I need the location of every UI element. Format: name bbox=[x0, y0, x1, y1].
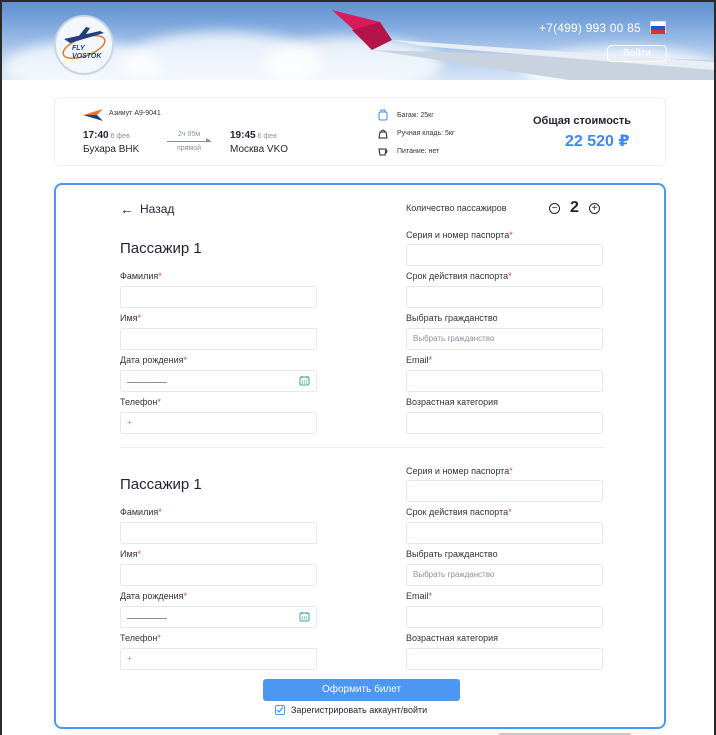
passenger-title: Пассажир 1 bbox=[120, 476, 202, 493]
hand-luggage-text: Ручная кладь: 5кг bbox=[397, 129, 455, 137]
email-label: Email* bbox=[406, 591, 433, 601]
meal-info: Питание: нет bbox=[377, 145, 439, 157]
arrival-time: 19:45 6 фев bbox=[230, 130, 277, 141]
handbag-icon bbox=[378, 129, 388, 139]
phone-label: Телефон* bbox=[120, 397, 161, 407]
last-name-label: Фамилия* bbox=[120, 271, 162, 281]
age-category-label: Возрастная категория bbox=[406, 633, 498, 643]
passport-expiry-label: Срок действия паспорта* bbox=[406, 271, 512, 281]
birth-date-label: Дата рождения* bbox=[120, 355, 188, 365]
last-name-input[interactable] bbox=[120, 286, 317, 308]
passport-expiry-input[interactable] bbox=[406, 522, 603, 544]
calendar-icon[interactable] bbox=[299, 611, 310, 622]
book-ticket-button[interactable]: Оформить билет bbox=[263, 679, 460, 701]
baggage-info: Багаж: 25кг bbox=[377, 109, 434, 121]
birth-date-label: Дата рождения* bbox=[120, 591, 188, 601]
back-label: Назад bbox=[140, 202, 175, 216]
route-line bbox=[167, 141, 211, 142]
hand-luggage-info: Ручная кладь: 5кг bbox=[377, 127, 455, 139]
divider bbox=[120, 447, 604, 448]
first-name-input[interactable] bbox=[120, 328, 317, 350]
first-name-label: Имя* bbox=[120, 313, 142, 323]
passport-input[interactable] bbox=[406, 244, 603, 266]
passport-label: Серия и номер паспорта* bbox=[406, 466, 513, 476]
header-banner: FLY VOSTOK +7(499) 993 00 85 Войти bbox=[2, 2, 714, 80]
suitcase-icon bbox=[378, 109, 388, 121]
last-name-label: Фамилия* bbox=[120, 507, 162, 517]
airline-logo-icon bbox=[83, 109, 103, 121]
arrow-left-icon: ← bbox=[120, 201, 134, 217]
departure-date: 6 фев bbox=[110, 133, 130, 140]
citizenship-select[interactable]: Выбрать гражданство bbox=[406, 328, 603, 350]
register-label: Зарегистрировать аккаунт/войти bbox=[291, 705, 428, 715]
arrival-city: Москва VKO bbox=[230, 144, 289, 155]
last-name-input[interactable] bbox=[120, 522, 317, 544]
citizenship-label: Выбрать гражданство bbox=[406, 313, 498, 323]
email-input[interactable] bbox=[406, 370, 603, 392]
plus-circle-icon[interactable]: + bbox=[588, 202, 600, 214]
passenger-form-card: ← Назад Количество пассажиров − 2 + Пасс… bbox=[54, 183, 666, 729]
age-category-label: Возрастная категория bbox=[406, 397, 498, 407]
phone-input[interactable]: + bbox=[120, 648, 317, 670]
russia-flag-icon[interactable] bbox=[650, 21, 666, 34]
passenger-count-label: Количество пассажиров bbox=[406, 203, 507, 213]
phone-number[interactable]: +7(499) 993 00 85 bbox=[539, 21, 641, 35]
total-price: 22 520 ₽ bbox=[565, 133, 630, 150]
first-name-input[interactable] bbox=[120, 564, 317, 586]
flight-summary: Азимут А9-9041 17:40 6 фев Бухара BHK 2ч … bbox=[54, 97, 666, 166]
phone-input[interactable]: + bbox=[120, 412, 317, 434]
passport-expiry-label: Срок действия паспорта* bbox=[406, 507, 512, 517]
passenger-title: Пассажир 1 bbox=[120, 240, 202, 257]
logo[interactable]: FLY VOSTOK bbox=[54, 15, 114, 75]
email-label: Email* bbox=[406, 355, 433, 365]
logo-text: FLY VOSTOK bbox=[72, 45, 102, 60]
phone-label: Телефон* bbox=[120, 633, 161, 643]
age-category-select[interactable] bbox=[406, 648, 603, 670]
date-placeholder-line bbox=[127, 382, 167, 383]
passenger-count-value: 2 bbox=[570, 199, 579, 216]
date-placeholder-line bbox=[127, 618, 167, 619]
passport-input[interactable] bbox=[406, 480, 603, 502]
back-button[interactable]: ← Назад bbox=[120, 201, 174, 217]
age-category-select[interactable] bbox=[406, 412, 603, 434]
passport-expiry-input[interactable] bbox=[406, 286, 603, 308]
cup-icon bbox=[378, 148, 388, 156]
minus-circle-icon[interactable]: − bbox=[549, 202, 560, 214]
flight-duration: 2ч 05м bbox=[177, 131, 201, 138]
birth-date-input[interactable] bbox=[120, 370, 317, 392]
calendar-icon[interactable] bbox=[299, 375, 310, 386]
register-checkbox[interactable] bbox=[275, 705, 285, 715]
arrow-right-icon: ▶ bbox=[206, 138, 211, 144]
arrival-date: 6 фев bbox=[257, 133, 277, 140]
baggage-text: Багаж: 25кг bbox=[397, 111, 434, 119]
meal-text: Питание: нет bbox=[397, 147, 440, 155]
passenger-count-stepper: − 2 + bbox=[549, 199, 600, 217]
departure-city: Бухара BHK bbox=[83, 144, 140, 155]
first-name-label: Имя* bbox=[120, 549, 142, 559]
citizenship-select[interactable]: Выбрать гражданство bbox=[406, 564, 603, 586]
airline-name: Азимут А9-9041 bbox=[109, 110, 161, 117]
page-frame: FLY VOSTOK +7(499) 993 00 85 Войти Азиму… bbox=[0, 0, 716, 735]
flight-type: прямой bbox=[176, 145, 201, 152]
passport-label: Серия и номер паспорта* bbox=[406, 230, 513, 240]
departure-time: 17:40 6 фев bbox=[83, 130, 130, 141]
checkmark-icon bbox=[276, 706, 284, 713]
login-button[interactable]: Войти bbox=[607, 45, 667, 62]
total-cost-label: Общая стоимость bbox=[533, 115, 632, 127]
citizenship-label: Выбрать гражданство bbox=[406, 549, 498, 559]
birth-date-input[interactable] bbox=[120, 606, 317, 628]
register-checkbox-row[interactable]: Зарегистрировать аккаунт/войти bbox=[275, 705, 427, 715]
email-input[interactable] bbox=[406, 606, 603, 628]
